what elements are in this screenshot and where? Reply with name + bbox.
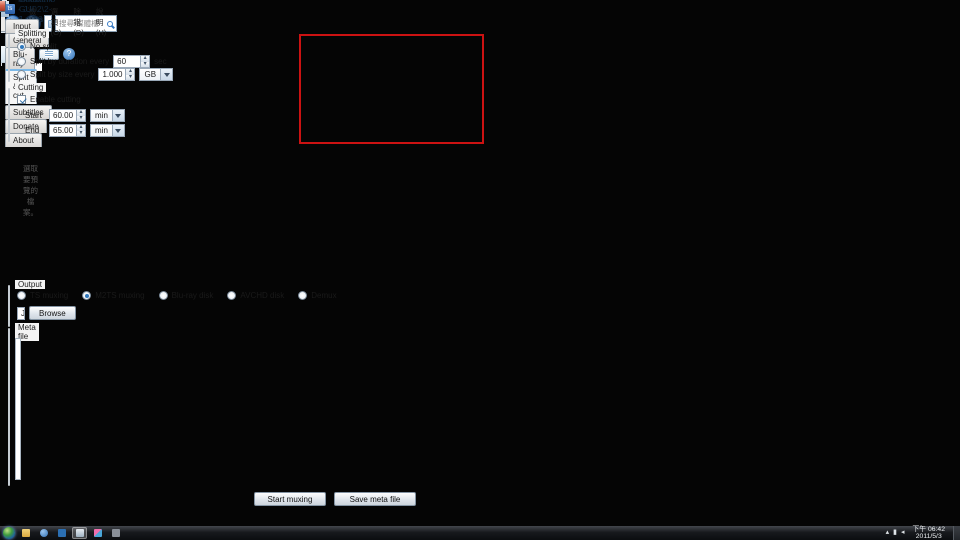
output-options-row: TS muxing M2TS muxing Blu-ray disk AVCHD…	[17, 291, 337, 300]
taskbar-icon-gray-app[interactable]	[108, 527, 123, 539]
start-unit-select[interactable]: min	[90, 109, 125, 122]
meta-file-group: Meta file MUXOPT --no-pcr-on-video-pid -…	[8, 328, 10, 486]
taskbar: ▴ ▮ ◂ 下午 06:42 2011/5/3	[0, 526, 960, 540]
spin-down-icon[interactable]: ▾	[141, 62, 149, 68]
checkbox-icon[interactable]	[17, 95, 26, 104]
output-file-field[interactable]: J:\02\2-6.m2ts	[17, 307, 25, 320]
option-demux[interactable]: Demux	[298, 291, 336, 300]
taskbar-icon-mediainfo[interactable]	[90, 527, 105, 539]
show-desktop-button[interactable]	[953, 526, 960, 540]
split-duration-option[interactable]: Split by duration every 60▴▾ sec	[17, 55, 167, 68]
tsmuxer-titlebar: ts tsMuxeR GUI 1.10.6 –□×	[1, 1, 9, 17]
tsmuxer-caption-buttons: –□×	[0, 1, 6, 12]
start-label: Start	[25, 111, 45, 120]
radio-icon[interactable]	[17, 57, 26, 66]
volume-icon[interactable]: ◂	[901, 527, 905, 539]
close-icon[interactable]: ×	[0, 1, 6, 12]
splitting-heading: Splitting	[15, 29, 49, 38]
annotation-highlight-box	[299, 34, 484, 144]
save-meta-file-button[interactable]: Save meta file	[334, 492, 416, 506]
output-group: Output TS muxing M2TS muxing Blu-ray dis…	[8, 285, 10, 327]
browse-button[interactable]: Browse	[29, 306, 76, 320]
cutting-group: Cutting Enable cutting Start 60.00▴▾ min…	[8, 88, 10, 142]
chevron-down-icon[interactable]	[112, 110, 124, 121]
meta-file-editor[interactable]: MUXOPT --no-pcr-on-video-pid --vbr --cut…	[15, 338, 21, 480]
end-label: End	[25, 126, 45, 135]
option-bluray-disk[interactable]: Blu-ray disk	[159, 291, 214, 300]
spin-down-icon[interactable]: ▾	[77, 131, 85, 137]
split-size-option[interactable]: Split by size every 1.000▴▾ GB	[17, 68, 173, 81]
cut-start-stepper[interactable]: 60.00▴▾	[49, 109, 86, 122]
no-split-option[interactable]: No split	[17, 42, 57, 51]
option-m2ts-muxing[interactable]: M2TS muxing	[82, 291, 144, 300]
network-icon[interactable]: ▮	[893, 527, 897, 539]
radio-icon[interactable]	[159, 291, 168, 300]
enable-cutting-checkbox[interactable]: Enable cutting	[17, 95, 81, 104]
taskbar-icon-explorer[interactable]	[18, 527, 33, 539]
output-heading: Output	[15, 280, 45, 289]
size-unit-select[interactable]: GB	[139, 68, 173, 81]
radio-icon[interactable]	[227, 291, 236, 300]
spin-down-icon[interactable]: ▾	[77, 116, 85, 122]
option-avchd-disk[interactable]: AVCHD disk	[227, 291, 284, 300]
tsmuxer-window: ts tsMuxeR GUI 1.10.6 –□× InputGeneralBl…	[0, 0, 2, 2]
menu-debug[interactable]: 除錯(D)	[67, 6, 89, 37]
radio-icon[interactable]	[298, 291, 307, 300]
spin-down-icon[interactable]: ▾	[126, 75, 134, 81]
radio-icon[interactable]	[17, 42, 26, 51]
taskbar-icon-tsmuxer[interactable]	[72, 527, 87, 539]
preview-hint: 選取要預覽的檔案。	[23, 163, 38, 218]
taskbar-icon-media-player[interactable]	[36, 527, 51, 539]
clock-time: 下午 06:42	[913, 526, 946, 533]
end-unit-select[interactable]: min	[90, 124, 125, 137]
radio-icon[interactable]	[17, 291, 26, 300]
tsmuxer-app-icon: ts	[5, 4, 15, 14]
start-muxing-button[interactable]: Start muxing	[254, 492, 326, 506]
cut-start-row: Start 60.00▴▾ min	[25, 109, 125, 122]
chevron-down-icon[interactable]	[112, 125, 124, 136]
taskbar-icon-blue-app[interactable]	[54, 527, 69, 539]
cut-end-row: End 65.00▴▾ min	[25, 124, 125, 137]
clock-date: 2011/5/3	[913, 533, 946, 540]
hidden-icons-arrow-icon[interactable]: ▴	[886, 527, 890, 539]
splitting-group: Splitting No split Split by duration eve…	[8, 34, 10, 82]
start-button[interactable]	[3, 527, 15, 539]
chevron-down-icon[interactable]	[160, 69, 172, 80]
size-stepper[interactable]: 1.000▴▾	[98, 68, 135, 81]
radio-icon[interactable]	[17, 70, 26, 79]
taskbar-clock[interactable]: 下午 06:42 2011/5/3	[909, 526, 950, 540]
option-ts-muxing[interactable]: TS muxing	[17, 291, 68, 300]
menu-help[interactable]: 說明(H)	[90, 6, 112, 37]
cut-end-stepper[interactable]: 65.00▴▾	[49, 124, 86, 137]
duration-unit-label: sec	[154, 57, 166, 66]
radio-icon[interactable]	[82, 291, 91, 300]
duration-stepper[interactable]: 60▴▾	[113, 55, 150, 68]
system-tray: ▴ ▮ ◂ 下午 06:42 2011/5/3	[886, 526, 960, 540]
cutting-heading: Cutting	[15, 83, 46, 92]
tab-bar: InputGeneralBlu-raySplit & cutSubtitlesD…	[1, 17, 5, 32]
